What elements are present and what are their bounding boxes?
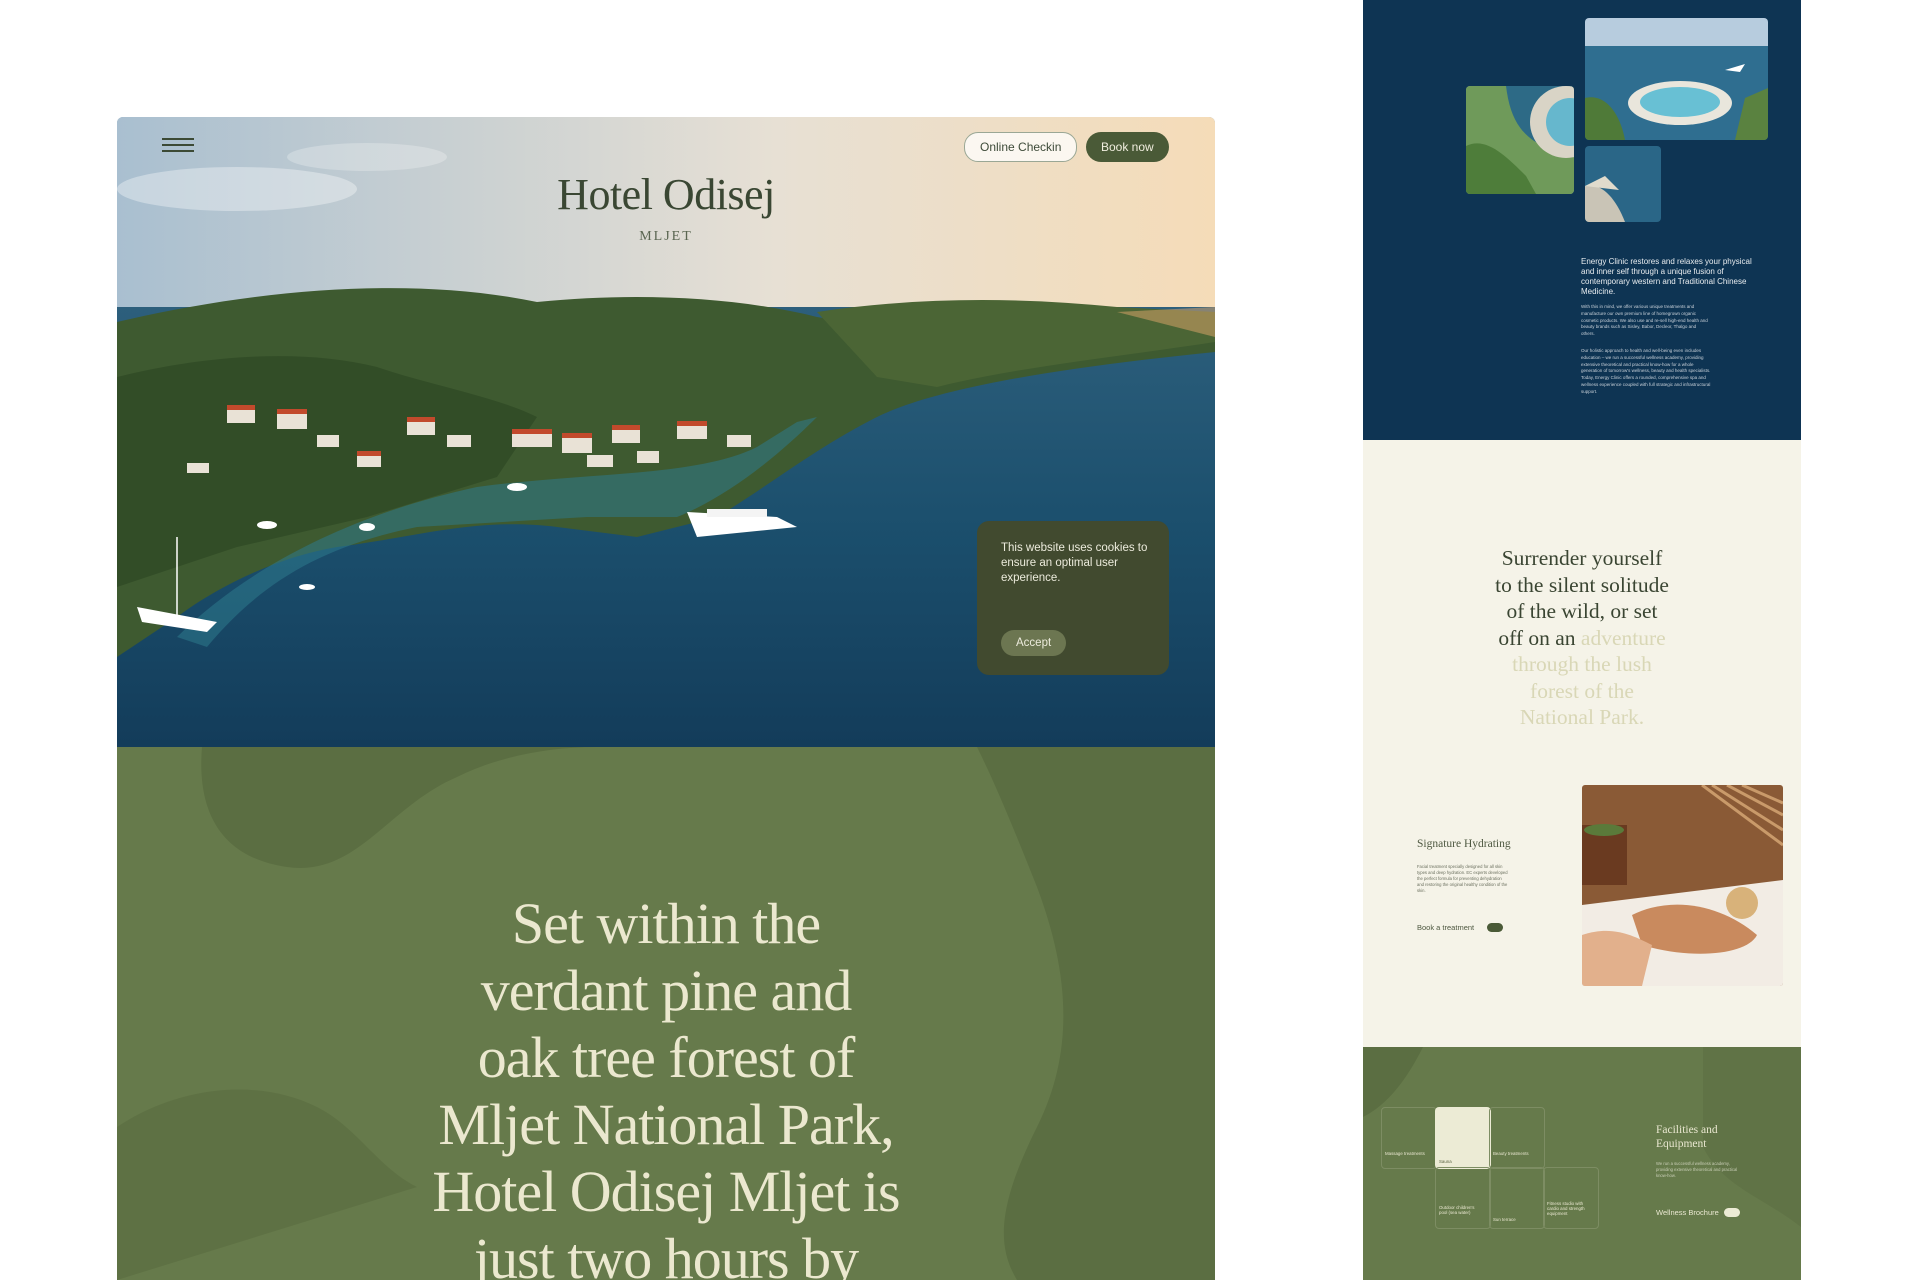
online-checkin-button[interactable]: Online Checkin: [964, 132, 1078, 162]
clinic-lead-text: Energy Clinic restores and relaxes your …: [1581, 257, 1752, 296]
facility-cell[interactable]: [1543, 1167, 1599, 1229]
hamburger-menu-icon[interactable]: [162, 138, 194, 154]
cookie-banner: This website uses cookies to ensure an o…: [977, 521, 1169, 675]
clinic-body-text: Our holistic approach to health and well…: [1581, 348, 1711, 394]
facility-label: Fitness studio with cardio and strength …: [1547, 1201, 1585, 1217]
intro-line: Mljet National Park,: [438, 1092, 894, 1157]
quote-line: forest of the: [1530, 678, 1634, 703]
quote-line: to the silent solitude: [1495, 572, 1669, 597]
facility-label: Outdoor children's pool (sea water): [1439, 1205, 1475, 1216]
cookie-accept-button[interactable]: Accept: [1001, 630, 1067, 656]
facilities-title: Facilities and Equipment: [1656, 1124, 1718, 1150]
hotel-name: Hotel Odisej: [557, 170, 775, 219]
quote-line: National Park.: [1519, 705, 1645, 729]
intro-paragraph: Set within the verdant pine and oak tree…: [117, 890, 1215, 1280]
adventure-section: Surrender yourself to the silent solitud…: [1363, 440, 1801, 1047]
intro-line: just two hours by: [473, 1226, 859, 1280]
facility-label: Sauna: [1439, 1159, 1452, 1164]
intro-section: Set within the verdant pine and oak tree…: [117, 747, 1215, 1280]
intro-line: Set within the: [511, 891, 821, 956]
arrow-right-icon[interactable]: [1724, 1208, 1740, 1217]
energy-clinic-section: Energy Clinic restores and relaxes your …: [1363, 0, 1801, 480]
cookie-message: This website uses cookies to ensure an o…: [1001, 542, 1148, 584]
facilities-description: We run a successful wellness academy, pr…: [1656, 1161, 1738, 1178]
facility-label: Sun terrace: [1493, 1217, 1516, 1222]
hero-section: Online Checkin Book now Hotel Odisej MLJ…: [117, 117, 1215, 747]
pool-photo-large: [1585, 18, 1768, 140]
quote-highlight: adventure: [1580, 625, 1666, 650]
facility-cell[interactable]: [1489, 1107, 1545, 1169]
quote-text: off on an: [1498, 625, 1576, 650]
wellness-page-mockup: Energy Clinic restores and relaxes your …: [1363, 0, 1801, 1280]
massage-photo: [1582, 785, 1783, 986]
quote-line: through the lush: [1512, 652, 1652, 676]
book-treatment-link[interactable]: Book a treatment: [1417, 923, 1474, 932]
treatment-description: Facial treatment specially designed for …: [1417, 864, 1508, 893]
clinic-body-text: With this in mind, we offer various uniq…: [1581, 304, 1708, 337]
pool-photo-small: [1466, 86, 1574, 194]
wellness-brochure-link[interactable]: Wellness Brochure: [1656, 1208, 1719, 1217]
quote-line: Surrender yourself: [1501, 546, 1663, 570]
facility-label: Beauty treatments: [1493, 1151, 1529, 1156]
facility-cell[interactable]: [1435, 1167, 1491, 1229]
sea-rock-photo: [1585, 146, 1661, 222]
facility-cell[interactable]: [1381, 1107, 1437, 1169]
intro-line: verdant pine and: [480, 958, 853, 1023]
facilities-section: Massage treatments Sauna Beauty treatmen…: [1363, 1047, 1801, 1280]
quote-line: off on an adventure: [1363, 625, 1801, 652]
intro-line: oak tree forest of: [477, 1025, 856, 1090]
adventure-quote: Surrender yourself to the silent solitud…: [1363, 545, 1801, 731]
quote-line: of the wild, or set: [1506, 599, 1658, 623]
intro-line: Hotel Odisej Mljet is: [432, 1159, 900, 1224]
arrow-right-icon[interactable]: [1487, 923, 1503, 932]
hotel-location: MLJET: [639, 229, 693, 244]
facility-label: Massage treatments: [1385, 1151, 1425, 1156]
homepage-mockup: Online Checkin Book now Hotel Odisej MLJ…: [117, 117, 1215, 1280]
book-now-button[interactable]: Book now: [1086, 132, 1169, 162]
treatment-title: Signature Hydrating: [1417, 838, 1511, 850]
